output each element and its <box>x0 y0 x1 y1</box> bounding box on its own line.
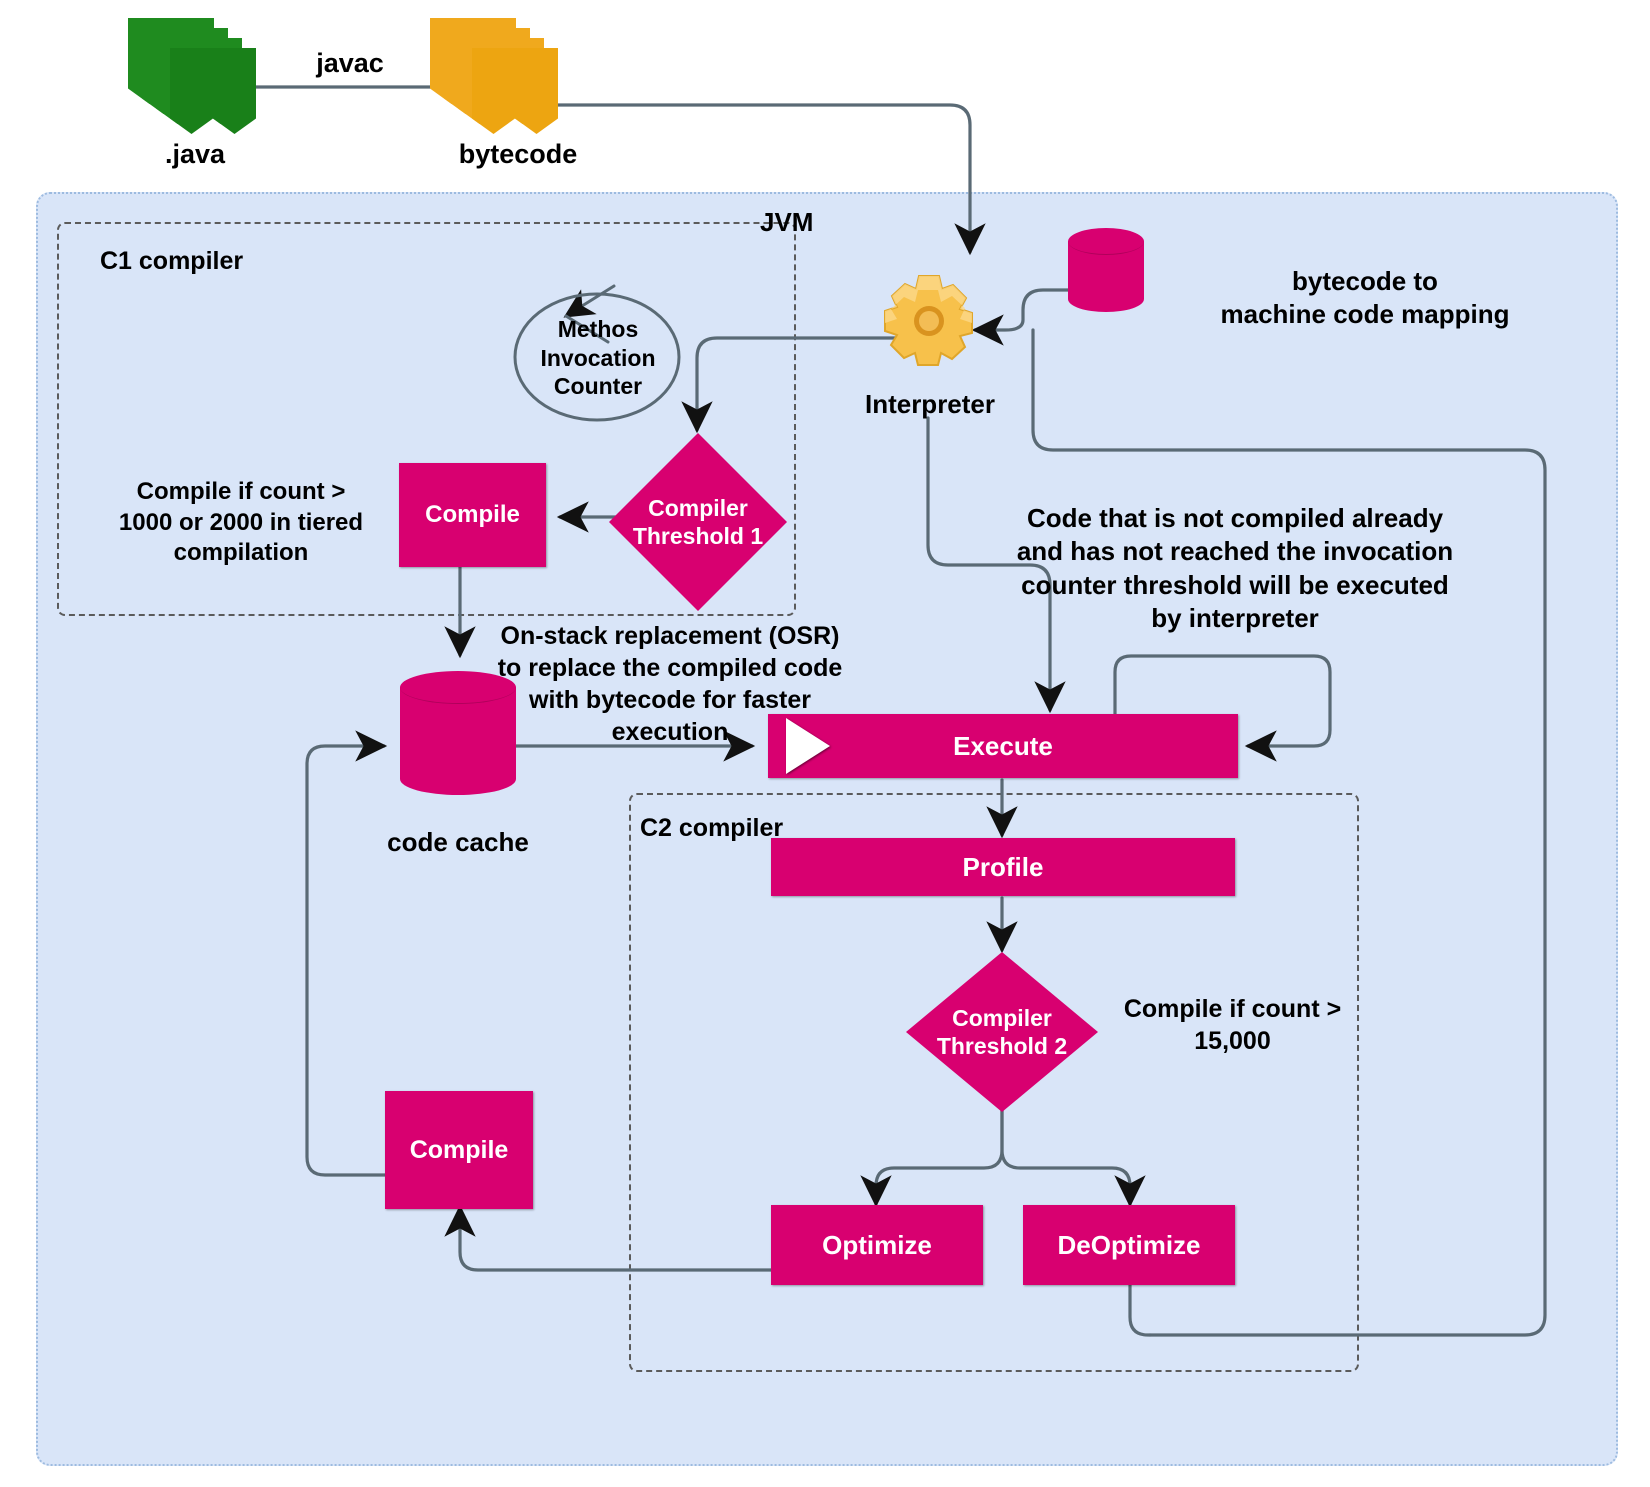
jvm-label: JVM <box>760 207 814 237</box>
deoptimize-node[interactable]: DeOptimize <box>1023 1205 1235 1285</box>
javac-edge-label: javac <box>316 48 384 78</box>
java-documents-stack <box>128 18 258 134</box>
c1-compiler-label: C1 compiler <box>100 247 244 275</box>
c1-threshold-annotation: Compile if count > 1000 or 2000 in tiere… <box>118 478 364 567</box>
interpreter-label: Interpreter <box>864 389 996 419</box>
method-invocation-counter: Methos Invocation Counter <box>540 315 656 400</box>
bytecode-documents-stack <box>430 18 560 134</box>
code-cache-label: code cache <box>387 827 529 857</box>
c2-threshold-annotation: Compile if count > 15,000 <box>1123 995 1342 1055</box>
compile-c1-node[interactable]: Compile <box>399 463 546 567</box>
diagram-canvas: .java javac bytecode JVM C1 compiler C2 … <box>0 0 1650 1487</box>
mapping-annotation: bytecode to machine code mapping <box>1220 266 1510 330</box>
bytecode-mapping-database <box>1068 228 1144 312</box>
interpreter-note-annotation: Code that is not compiled already and ha… <box>1016 503 1454 633</box>
execute-node[interactable]: Execute <box>768 714 1238 778</box>
java-label: .java <box>164 139 226 169</box>
profile-node[interactable]: Profile <box>771 838 1235 896</box>
compile-c2-node[interactable]: Compile <box>385 1091 533 1209</box>
play-icon <box>786 718 830 774</box>
optimize-node[interactable]: Optimize <box>771 1205 983 1285</box>
gear-icon <box>884 275 973 366</box>
bytecode-label: bytecode <box>458 139 578 169</box>
